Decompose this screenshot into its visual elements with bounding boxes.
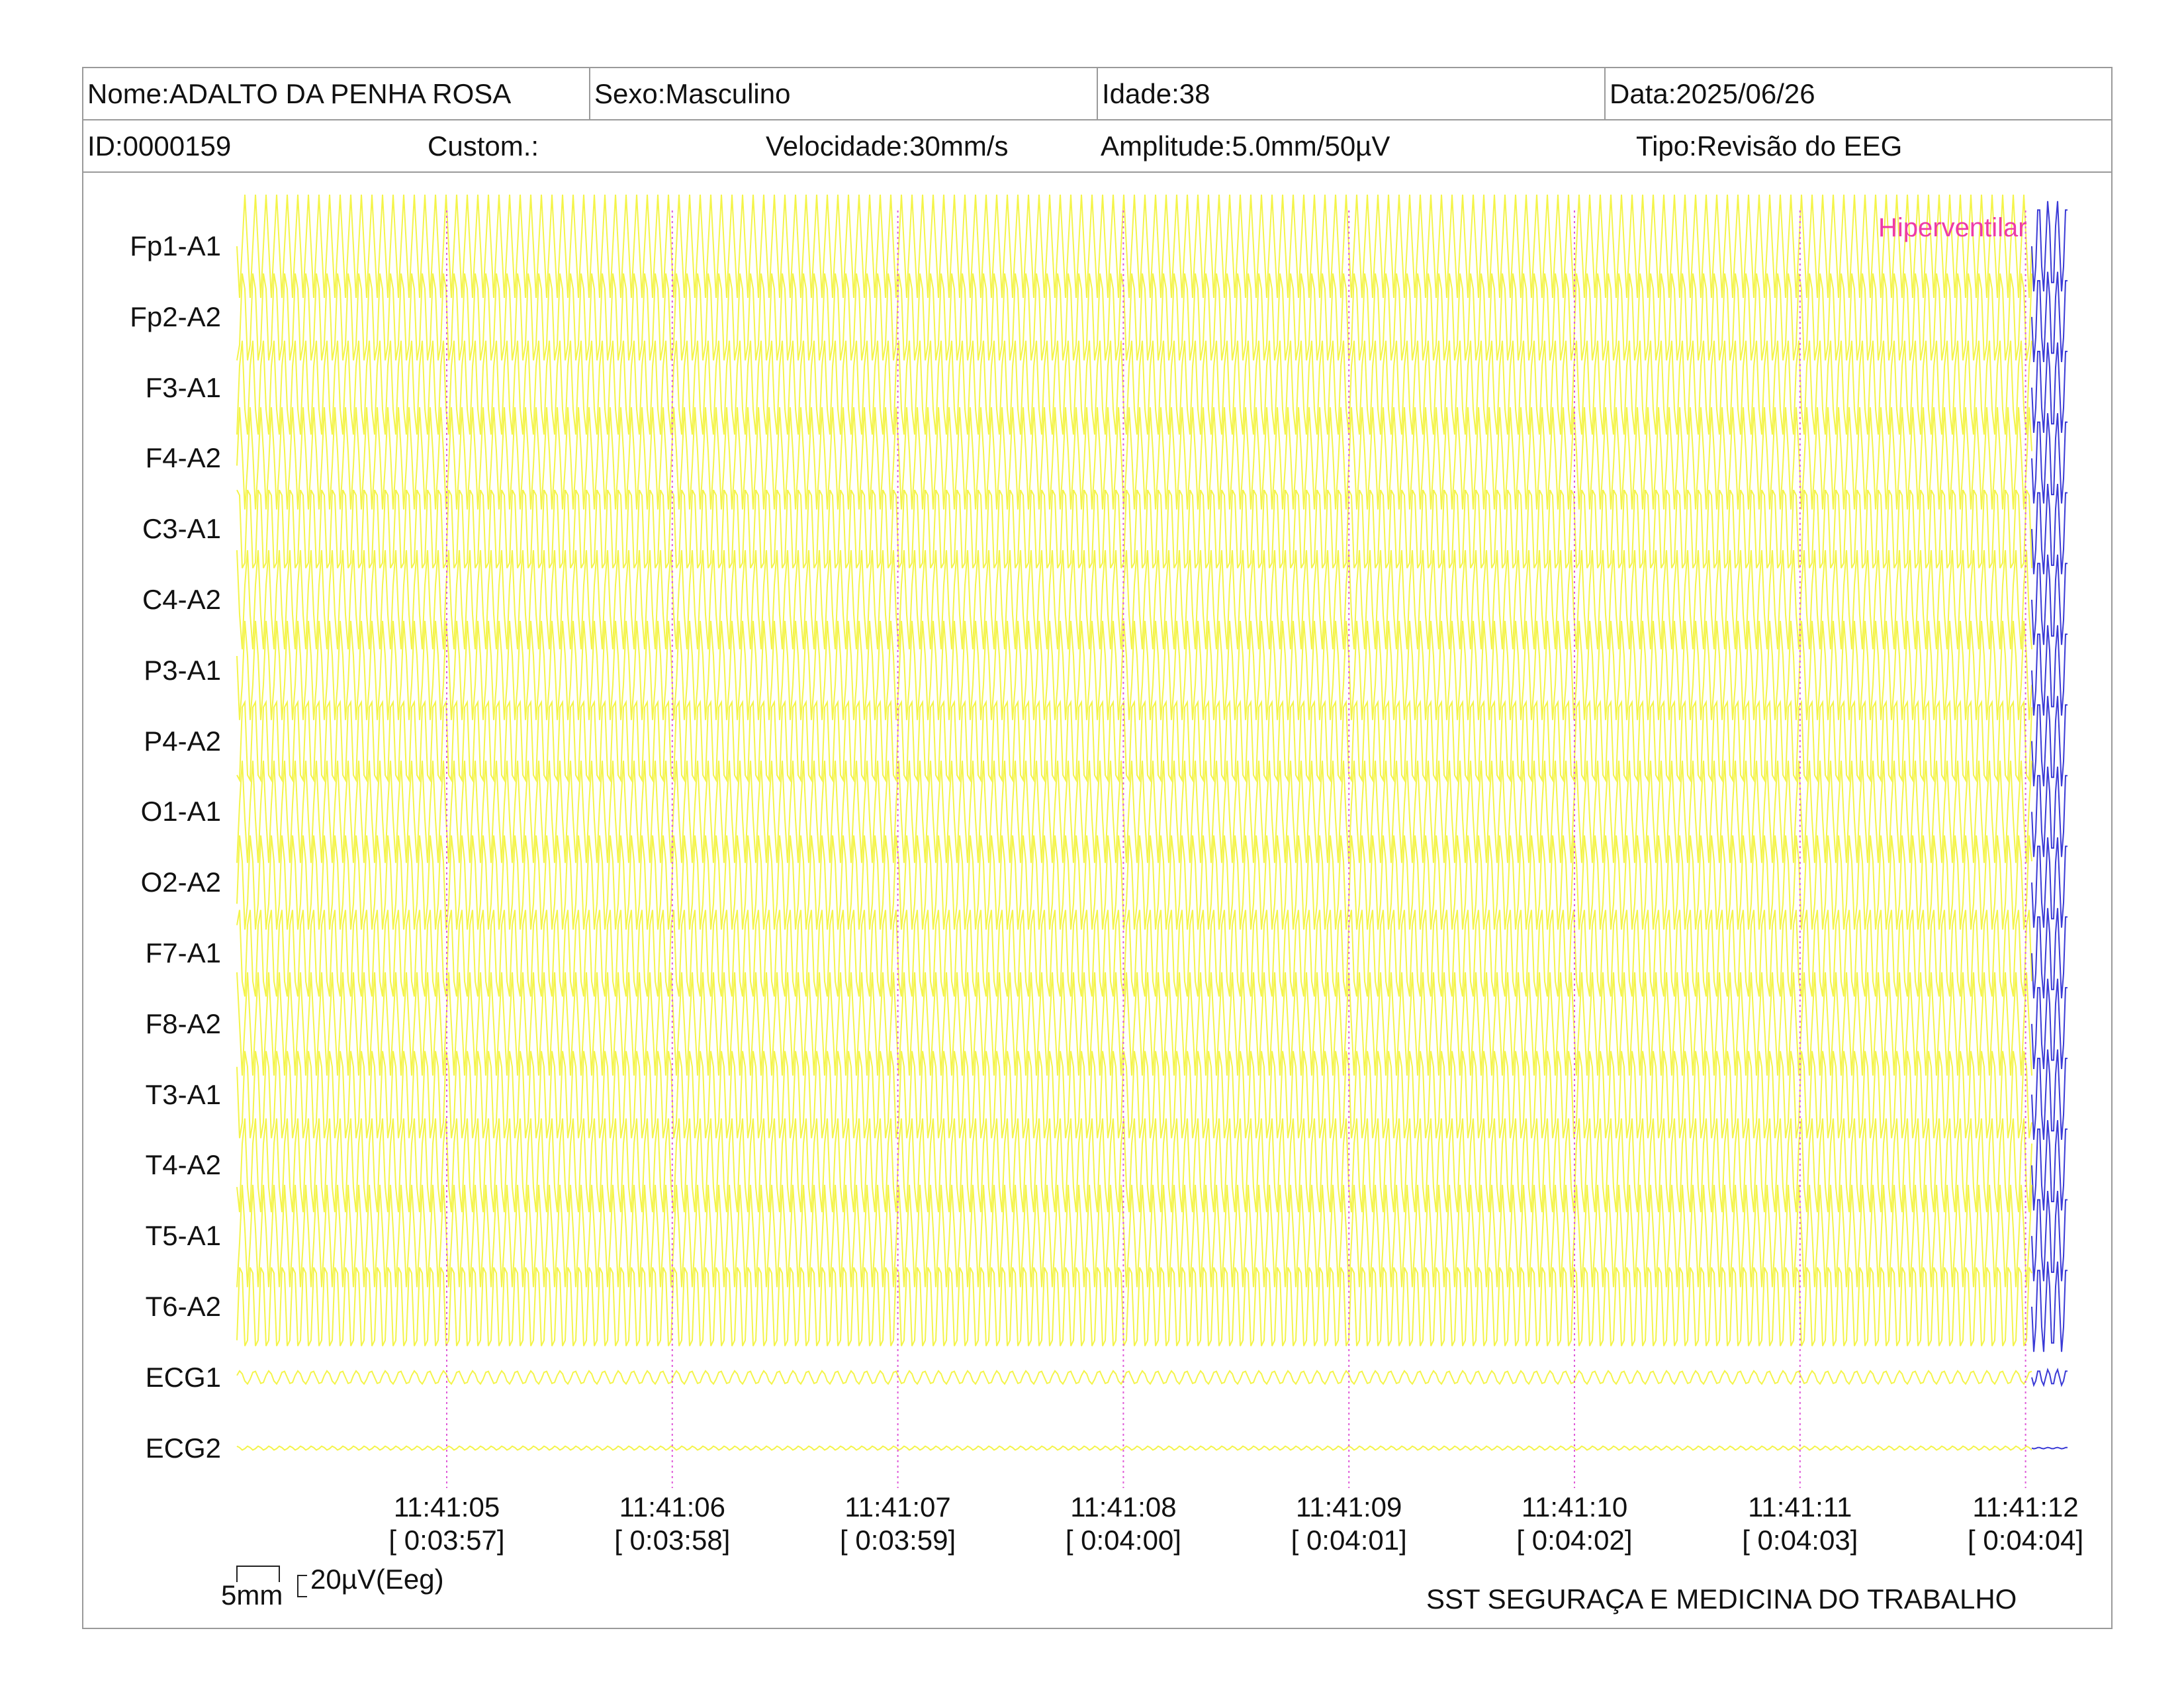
- channel-label: F7-A1: [145, 937, 221, 968]
- amplitude-scale-bracket-icon: [297, 1575, 307, 1597]
- time-mark-elapsed: [ 0:04:03]: [1742, 1524, 1858, 1556]
- channel-label: O2-A2: [140, 867, 221, 898]
- time-mark-clock: 11:41:06: [619, 1491, 725, 1523]
- time-mark-clock: 11:41:09: [1296, 1491, 1402, 1523]
- time-mark-elapsed: [ 0:03:59]: [840, 1524, 956, 1556]
- channel-label: ECG1: [145, 1361, 221, 1393]
- time-mark: 11:41:10[ 0:04:02]: [1488, 1491, 1661, 1557]
- eeg-trace: [236, 1445, 2032, 1451]
- time-mark-elapsed: [ 0:04:00]: [1065, 1524, 1181, 1556]
- time-mark: 11:41:11[ 0:04:03]: [1714, 1491, 1886, 1557]
- event-annotation: Hiperventilar: [1878, 213, 2027, 242]
- time-mark-elapsed: [ 0:04:04]: [1968, 1524, 2084, 1556]
- channel-label: F8-A2: [145, 1008, 221, 1039]
- time-mark: 11:41:12[ 0:04:04]: [1940, 1491, 2112, 1557]
- time-mark-clock: 11:41:07: [844, 1491, 951, 1523]
- eeg-trace: [236, 1370, 2032, 1385]
- channel-label: C3-A1: [142, 513, 221, 545]
- channel-label: T6-A2: [145, 1291, 221, 1322]
- time-mark-clock: 11:41:10: [1521, 1491, 1628, 1523]
- time-mark-clock: 11:41:05: [393, 1491, 500, 1523]
- eeg-trace-tail: [2031, 1368, 2068, 1387]
- time-mark: 11:41:08[ 0:04:00]: [1037, 1491, 1209, 1557]
- channel-label: T3-A1: [145, 1078, 221, 1110]
- time-mark: 11:41:05[ 0:03:57]: [361, 1491, 533, 1557]
- channel-label: C4-A2: [142, 584, 221, 615]
- time-mark-clock: 11:41:11: [1748, 1491, 1852, 1523]
- channel-label: P3-A1: [144, 654, 221, 686]
- channel-label: T5-A1: [145, 1220, 221, 1252]
- channel-label: Fp2-A2: [130, 301, 221, 332]
- time-mark: 11:41:07[ 0:03:59]: [812, 1491, 984, 1557]
- channel-label: F3-A1: [145, 371, 221, 403]
- amplitude-scale-label: 20µV(Eeg): [310, 1564, 444, 1595]
- time-mark-elapsed: [ 0:04:02]: [1516, 1524, 1633, 1556]
- time-mark-elapsed: [ 0:03:57]: [388, 1524, 505, 1556]
- time-mark-clock: 11:41:12: [1972, 1491, 2079, 1523]
- eeg-trace-tail: [2031, 1446, 2068, 1450]
- time-mark-elapsed: [ 0:03:58]: [614, 1524, 731, 1556]
- eeg-trace-tail: [2031, 201, 2068, 292]
- time-scale-label: 5mm: [221, 1579, 283, 1611]
- time-mark: 11:41:06[ 0:03:58]: [586, 1491, 758, 1557]
- channel-label: O1-A1: [140, 796, 221, 827]
- time-mark-clock: 11:41:08: [1070, 1491, 1177, 1523]
- channel-label: F4-A2: [145, 442, 221, 474]
- time-mark: 11:41:09[ 0:04:01]: [1263, 1491, 1435, 1557]
- channel-label: T4-A2: [145, 1149, 221, 1181]
- time-mark-elapsed: [ 0:04:01]: [1291, 1524, 1407, 1556]
- channel-label: P4-A2: [144, 725, 221, 757]
- eeg-trace-area: [236, 194, 2068, 1488]
- channel-label: Fp1-A1: [130, 230, 221, 261]
- organization-footer: SST SEGURAÇA E MEDICINA DO TRABALHO: [1426, 1583, 2017, 1615]
- channel-label: ECG2: [145, 1432, 221, 1464]
